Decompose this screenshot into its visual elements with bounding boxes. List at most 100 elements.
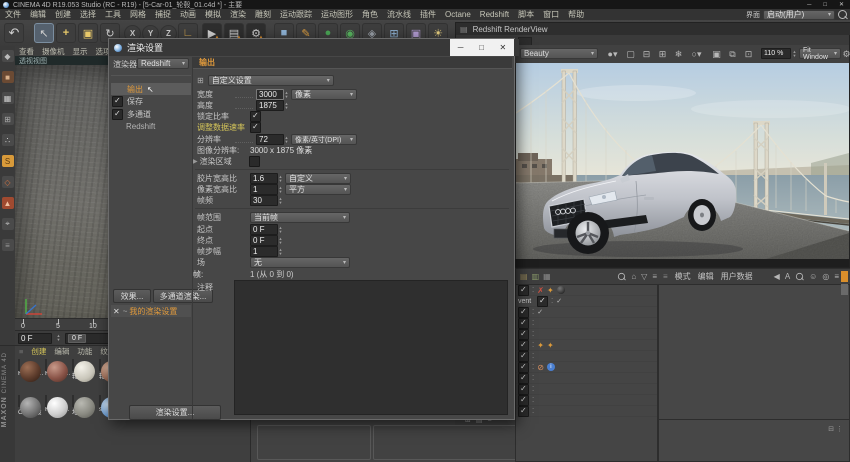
dialog-close-button[interactable]: ✕ [500, 43, 507, 52]
material-item[interactable]: 轮胎.6 [72, 360, 97, 394]
active-panel-tab[interactable] [841, 271, 848, 282]
current-frame-input[interactable]: 0 F [18, 333, 52, 344]
aov-dropdown[interactable]: Beauty▾ [520, 48, 598, 59]
menu-simulate[interactable]: 模拟 [205, 9, 221, 20]
attr-menu-icon[interactable]: ≡ [834, 272, 839, 281]
menu-mograph[interactable]: 运动图形 [321, 9, 353, 20]
menu-file[interactable]: 文件 [5, 9, 21, 20]
maximize-button[interactable]: □ [823, 2, 827, 8]
height-input[interactable]: 1875 [256, 100, 284, 111]
menu-octane[interactable]: Octane [445, 10, 471, 19]
copy-icon[interactable]: ⧉ [726, 48, 739, 60]
texture-mode-icon[interactable]: ▦ [2, 92, 14, 104]
layer-new-icon[interactable]: ▥ [532, 272, 540, 281]
fps-input[interactable]: 30 [250, 195, 278, 206]
renderview-titlebar[interactable]: ▤ Redshift RenderView [456, 23, 850, 35]
menu-animate[interactable]: 动画 [180, 9, 196, 20]
layer-row[interactable]: ⁚✓ [516, 307, 657, 318]
frame-range-dropdown[interactable]: 当前帧▾ [250, 212, 350, 223]
layer-row[interactable]: ⁚ [516, 351, 657, 362]
live-selection-tool[interactable]: ↖ [34, 23, 54, 43]
fields-dropdown[interactable]: 无▾ [250, 257, 350, 268]
menu-create[interactable]: 创建 [55, 9, 71, 20]
menu-help[interactable]: 帮助 [568, 9, 584, 20]
render-region-checkbox[interactable] [249, 156, 260, 167]
material-item[interactable]: RS Mat.. [18, 360, 43, 394]
tree-item-multipass[interactable]: 多通道 [111, 109, 191, 120]
model-mode-icon[interactable]: ■ [2, 71, 14, 83]
zoom-stepper[interactable]: ▲▼ [792, 48, 797, 59]
layer-row[interactable]: vent⁚✓ [516, 296, 657, 307]
layer-row[interactable]: ⁚ [516, 318, 657, 329]
layer-row[interactable]: ⁚ [516, 384, 657, 395]
render-settings-popup-button[interactable]: 渲染设置... [129, 405, 221, 420]
custom-settings-dropdown[interactable]: 自定义设置▾ [208, 75, 334, 86]
layer-row[interactable]: ⁚ [516, 395, 657, 406]
fit-window-dropdown[interactable]: Fit Window▾ [799, 48, 841, 59]
viewport-menu-display[interactable]: 显示 [73, 46, 88, 57]
material-burger-icon[interactable]: ≡ [19, 347, 23, 356]
renderer-dropdown[interactable]: Redshift▾ [137, 58, 189, 69]
enable-axis-icon[interactable]: ⌖ [2, 218, 14, 230]
inactive-panel-tab[interactable] [841, 284, 848, 295]
workplane-icon[interactable]: ⊞ [2, 113, 14, 125]
pixel-aspect-input[interactable]: 1 [250, 184, 278, 195]
tree-item-output[interactable]: 输出 ↖ [111, 83, 191, 95]
compare-icon[interactable]: ▣ [710, 48, 723, 60]
delete-icon[interactable]: ✕ [113, 307, 120, 316]
attribute-menu-userdata[interactable]: 用户数据 [721, 271, 753, 282]
menu-sculpt[interactable]: 雕刻 [255, 9, 271, 20]
layer-row[interactable]: ⁚⊘i [516, 362, 657, 373]
menu-render[interactable]: 渲染 [230, 9, 246, 20]
material-menu-function[interactable]: 功能 [77, 346, 92, 357]
menu-tools[interactable]: 工具 [105, 9, 121, 20]
save-image-icon[interactable]: ⊡ [742, 48, 755, 60]
layer-row[interactable]: ⁚✦✦ [516, 340, 657, 351]
close-button[interactable]: ✕ [839, 1, 844, 8]
effects-button[interactable]: 效果... [113, 289, 151, 303]
lock-workplane-icon[interactable]: ≡ [2, 239, 14, 251]
renderview-menu-icon[interactable]: ▤ [460, 25, 468, 34]
snapshot-icon[interactable]: ❄ [672, 48, 685, 60]
undo-icon[interactable]: ↶ [4, 23, 24, 43]
material-item[interactable]: Car轮毂 [18, 396, 43, 430]
tree-item-redshift[interactable]: Redshift [111, 122, 191, 131]
resolution-input[interactable]: 72 [256, 134, 284, 145]
start-input[interactable]: 0 F [250, 224, 278, 235]
target-icon[interactable]: ◎ [822, 272, 829, 281]
back-icon[interactable]: ◀ [774, 272, 780, 281]
points-mode-icon[interactable]: ∴ [2, 134, 14, 146]
material-item[interactable]: RS Car.. [45, 396, 70, 430]
dialog-maximize-button[interactable]: □ [479, 43, 484, 52]
material-menu-create[interactable]: 创建 [31, 346, 46, 357]
menu-plugins[interactable]: 插件 [420, 9, 436, 20]
menu-mesh[interactable]: 网格 [130, 9, 146, 20]
attribute-burger-icon[interactable]: ≡ [663, 272, 668, 281]
attribute-menu-mode[interactable]: 模式 [675, 271, 691, 282]
gear-icon[interactable]: ⚙ [840, 48, 850, 60]
layer-row[interactable]: ⁚ [516, 406, 657, 417]
film-aspect-dropdown[interactable]: 自定义▾ [285, 173, 351, 184]
menu-redshift[interactable]: Redshift [480, 10, 509, 19]
attribute-menu-edit[interactable]: 编辑 [698, 271, 714, 282]
search-icon[interactable] [838, 10, 847, 19]
polygons-mode-icon[interactable]: ▲ [2, 197, 14, 209]
material-item[interactable]: 地面 [72, 396, 97, 430]
rendered-image[interactable] [516, 63, 849, 259]
material-menu-edit[interactable]: 编辑 [54, 346, 69, 357]
region-icon[interactable]: ○▾ [690, 48, 703, 60]
scale-tool[interactable]: ▣ [78, 23, 98, 43]
tree-item-save[interactable]: 保存 [111, 96, 191, 107]
crop-icon[interactable]: ▢ [624, 48, 637, 60]
layer-row[interactable]: ⁚ [516, 329, 657, 340]
film-aspect-input[interactable]: 1.6 [250, 173, 278, 184]
layer-search-icon[interactable] [618, 273, 625, 280]
minimize-button[interactable]: ─ [807, 2, 811, 8]
annotation-textarea[interactable] [234, 280, 508, 415]
preset-grid-icon[interactable]: ⊞ [197, 76, 204, 85]
end-input[interactable]: 0 F [250, 235, 278, 246]
material-item[interactable]: RS Mat.. [45, 360, 70, 394]
menu-pipeline[interactable]: 流水线 [387, 9, 411, 20]
width-input[interactable]: 3000 [256, 89, 284, 100]
grid-overlay-icon[interactable]: ⊞ [656, 48, 669, 60]
